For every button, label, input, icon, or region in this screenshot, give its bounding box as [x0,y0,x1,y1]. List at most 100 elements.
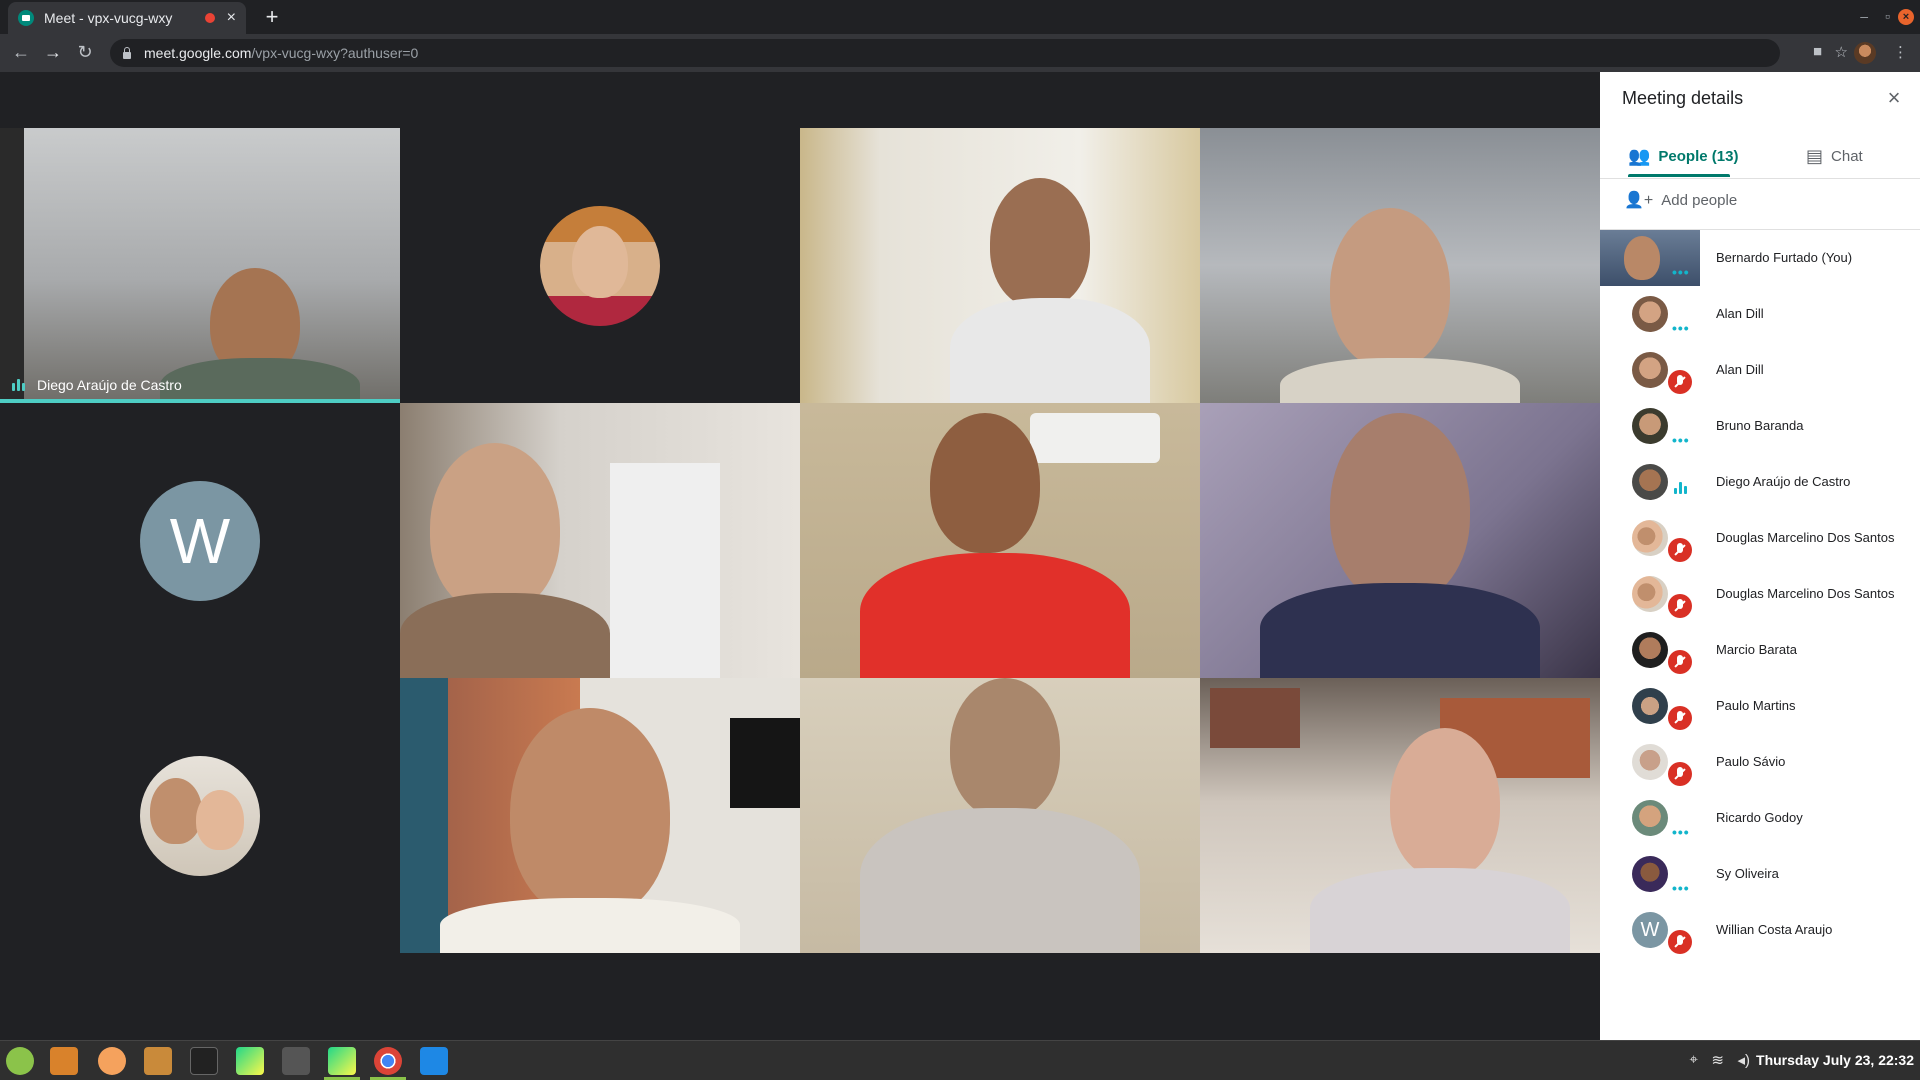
terminal-icon[interactable] [190,1047,218,1075]
participant-body [1280,358,1520,403]
video-tile-avatar-2[interactable] [0,678,400,953]
menu-kebab-icon[interactable]: ⋮ [1893,43,1908,61]
participant-head [990,178,1090,308]
browser-tab-bar: Meet - vpx-vucg-wxy × + – ▫ × [0,0,1920,34]
chat-icon: ▤ [1806,145,1824,166]
participant-body [950,298,1150,403]
maximize-window-icon[interactable]: ▫ [1885,8,1890,24]
forward-icon[interactable]: → [42,42,64,63]
profile-avatar[interactable] [1854,42,1876,64]
new-tab-button[interactable]: + [260,4,284,30]
tab-close-icon[interactable]: × [227,9,236,27]
tab-people[interactable]: 👥 People (13) [1628,134,1738,178]
speaking-bars-icon [1674,482,1689,494]
participant-body [160,358,360,403]
video-tile-4[interactable] [1200,128,1600,403]
tab-chat-label: Chat [1831,147,1863,165]
browser-tab[interactable]: Meet - vpx-vucg-wxy × [8,2,246,34]
meet-video-grid: Diego Araújo de Castro W [0,72,1600,1040]
mint-menu-icon[interactable] [6,1047,34,1075]
participant-row[interactable]: Paulo Martins [1600,678,1920,734]
video-tile-diego[interactable]: Diego Araújo de Castro [0,128,400,403]
participant-avatar [1632,632,1668,668]
pycharm-icon[interactable] [236,1047,264,1075]
participant-body [400,593,610,678]
tab-people-label: People (13) [1658,147,1739,165]
file-manager-icon[interactable] [50,1047,78,1075]
lock-icon [122,47,132,59]
participant-row[interactable]: ••• Ricardo Godoy [1600,790,1920,846]
back-icon[interactable]: ← [10,42,32,63]
tab-title: Meet - vpx-vucg-wxy [44,10,173,26]
participant-name: Bernardo Furtado (You) [1716,250,1853,265]
participant-head [930,413,1040,553]
wall-picture [1210,688,1300,748]
wifi-icon[interactable]: ≋ [1711,1051,1724,1069]
panel-title: Meeting details [1622,88,1744,108]
location-icon[interactable]: ⌖ [1690,1051,1698,1068]
video-tile-7[interactable] [800,403,1200,678]
video-tile-10[interactable] [400,678,800,953]
participant-avatar [1632,296,1668,332]
firefox-icon[interactable] [98,1047,126,1075]
active-speaker-label: Diego Araújo de Castro [12,377,182,393]
video-tile-6[interactable] [400,403,800,678]
participant-row[interactable]: Marcio Barata [1600,622,1920,678]
participant-name: Ricardo Godoy [1716,810,1803,825]
avatar-face [150,778,202,844]
participant-row[interactable]: W Willian Costa Araujo [1600,902,1920,958]
participant-head [430,443,560,613]
os-taskbar: ⌖ ≋ ◂) Thursday July 23, 22:32 [0,1040,1920,1080]
chrome-icon[interactable] [374,1047,402,1075]
participant-name: Douglas Marcelino Dos Santos [1716,586,1895,601]
participant-row[interactable]: ••• Alan Dill [1600,286,1920,342]
close-window-icon[interactable]: × [1898,9,1914,25]
status-dots-icon: ••• [1672,880,1690,896]
star-bookmark-icon[interactable]: ☆ [1835,43,1848,61]
video-tile-12[interactable] [1200,678,1600,953]
folder-icon[interactable] [144,1047,172,1075]
video-tile-avatar-1[interactable] [400,128,800,403]
pycharm-icon-2[interactable] [328,1047,356,1075]
participant-name: Paulo Sávio [1716,754,1786,769]
minimize-window-icon[interactable]: – [1860,8,1868,24]
video-tile-11[interactable] [800,678,1200,953]
video-tile-8[interactable] [1200,403,1600,678]
close-panel-icon[interactable]: × [1882,86,1906,110]
participant-row[interactable]: Alan Dill [1600,342,1920,398]
video-tile-3[interactable] [800,128,1200,403]
participant-row[interactable]: ••• Sy Oliveira [1600,846,1920,902]
muted-mic-icon [1668,930,1692,954]
participant-row[interactable]: ••• Bernardo Furtado (You) [1600,230,1920,286]
participant-row[interactable]: ••• Bruno Baranda [1600,398,1920,454]
participant-body [860,808,1140,953]
calculator-icon[interactable] [282,1047,310,1075]
participant-name: Paulo Martins [1716,698,1796,713]
participant-avatar [1632,800,1668,836]
meet-favicon-icon [18,10,34,26]
remote-app-icon[interactable] [420,1047,448,1075]
participant-head [510,708,670,918]
status-dots-icon: ••• [1672,320,1690,336]
participant-row[interactable]: Diego Araújo de Castro [1600,454,1920,510]
video-tile-letter-avatar[interactable]: W [0,403,400,678]
participant-avatar [1632,688,1668,724]
recording-indicator-icon [204,13,215,23]
tab-chat[interactable]: ▤ Chat [1806,134,1863,178]
participant-row[interactable]: Douglas Marcelino Dos Santos [1600,510,1920,566]
reload-icon[interactable]: ↻ [74,42,96,63]
active-tab-indicator [1628,174,1730,177]
camera-icon[interactable]: ■ [1813,43,1822,60]
add-person-icon: 👤+ [1624,192,1654,209]
url-input[interactable]: meet.google.com/vpx-vucg-wxy?authuser=0 [110,39,1780,67]
muted-mic-icon [1668,706,1692,730]
volume-icon[interactable]: ◂) [1737,1051,1750,1069]
muted-mic-icon [1668,370,1692,394]
clock[interactable]: Thursday July 23, 22:32 [1756,1052,1914,1068]
participant-avatar [1632,408,1668,444]
add-people-button[interactable]: 👤+ Add people [1624,190,1737,210]
meeting-details-panel: Meeting details × 👥 People (13) ▤ Chat 👤… [1600,72,1920,1040]
participant-row[interactable]: Paulo Sávio [1600,734,1920,790]
participant-row[interactable]: Douglas Marcelino Dos Santos [1600,566,1920,622]
participant-avatar [1632,464,1668,500]
